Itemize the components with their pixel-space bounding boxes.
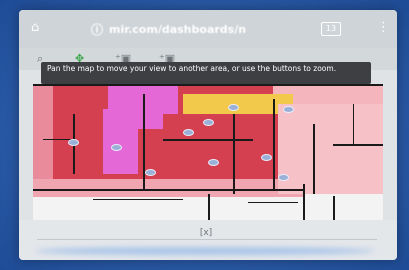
info-icon: ⓘ: [91, 22, 104, 37]
map-marker[interactable]: [208, 159, 219, 166]
expand-button[interactable]: [x]: [193, 228, 219, 240]
url-bar[interactable]: ⓘ mir.com/dashboards/n: [91, 21, 311, 37]
wall: [273, 99, 275, 189]
wall: [143, 94, 145, 189]
device-screen: ⌂ ⓘ mir.com/dashboards/n 13 ⋮ ⌕ ✥ ⁺▣ ⁺▣ …: [19, 10, 397, 260]
device-glow: [35, 247, 375, 255]
url-text: mir.com/dashboards/n: [109, 22, 247, 36]
map-marker[interactable]: [278, 174, 289, 181]
wall: [163, 139, 253, 141]
home-icon[interactable]: ⌂: [31, 21, 45, 34]
map-marker[interactable]: [283, 106, 294, 113]
browser-bar: ⌂ ⓘ mir.com/dashboards/n 13 ⋮: [19, 10, 397, 48]
zone-light-pink-bottom[interactable]: [33, 179, 303, 197]
wall: [33, 189, 303, 191]
map-marker[interactable]: [145, 169, 156, 176]
wall: [333, 144, 383, 146]
map-marker[interactable]: [228, 104, 239, 111]
wall: [313, 124, 315, 194]
wall: [353, 104, 354, 144]
zone-magenta-corridor[interactable]: [103, 109, 138, 174]
map-marker[interactable]: [203, 119, 214, 126]
wall: [303, 184, 305, 224]
wall: [248, 202, 298, 203]
wall: [233, 114, 235, 194]
menu-icon[interactable]: ⋮: [377, 21, 390, 34]
map-canvas[interactable]: [33, 84, 383, 234]
map-marker[interactable]: [68, 139, 79, 146]
tab-counter[interactable]: 13: [321, 22, 341, 36]
wall: [33, 84, 383, 86]
map-help-tooltip: Pan the map to move your view to another…: [41, 62, 371, 84]
map-marker[interactable]: [111, 144, 122, 151]
map-marker[interactable]: [183, 129, 194, 136]
wall: [93, 199, 183, 200]
map-marker[interactable]: [261, 154, 272, 161]
zone-light-pink-right[interactable]: [278, 104, 383, 194]
